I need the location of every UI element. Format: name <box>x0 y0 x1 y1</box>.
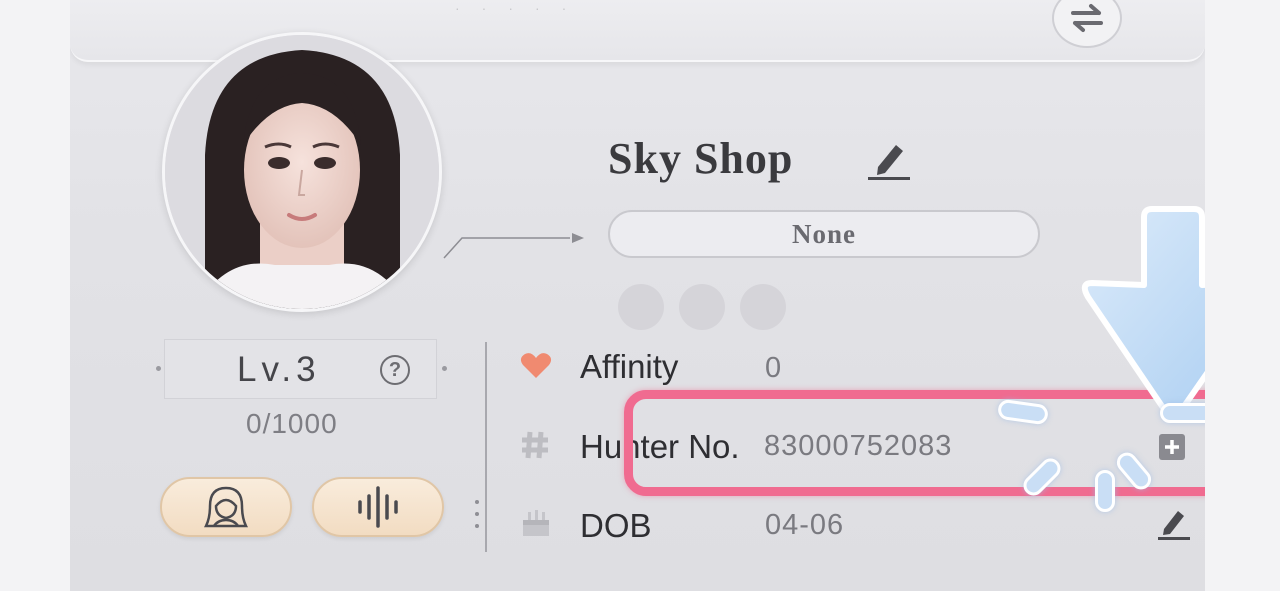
title-connector <box>443 233 584 259</box>
heart-icon <box>520 353 552 378</box>
badge-slot[interactable] <box>618 284 664 330</box>
title-value: None <box>792 218 856 249</box>
right-margin <box>1205 0 1280 591</box>
voice-button[interactable] <box>312 477 444 537</box>
swap-icon <box>1071 4 1103 32</box>
sound-wave-icon <box>358 486 398 528</box>
badge-slot[interactable] <box>740 284 786 330</box>
dob-label: DOB <box>580 507 652 544</box>
left-margin <box>0 0 70 591</box>
help-icon[interactable]: ? <box>380 355 410 385</box>
edit-dob-icon[interactable] <box>1156 505 1192 541</box>
sparkle-mark <box>1095 470 1115 512</box>
appearance-button[interactable] <box>160 477 292 537</box>
switch-button[interactable] <box>1052 0 1122 48</box>
profile-name: Sky Shop <box>608 134 794 183</box>
level-right-dot <box>442 366 447 371</box>
profile-panel: ····· Sky Shop None Lv.3 ? 0/1000 Affini… <box>70 0 1205 591</box>
avatar-portrait <box>165 35 439 309</box>
portrait-icon <box>203 486 249 528</box>
sparkle-mark <box>1160 403 1205 423</box>
divider <box>485 342 487 552</box>
dob-value: 04-06 <box>765 509 845 541</box>
affinity-label: Affinity <box>580 348 679 385</box>
title-selector[interactable]: None <box>608 210 1040 258</box>
affinity-value: 0 <box>765 352 783 384</box>
badge-slot[interactable] <box>679 284 725 330</box>
cake-icon <box>523 510 549 536</box>
hash-icon <box>522 431 548 459</box>
top-bar-decoration: ····· <box>455 0 589 16</box>
level-box: Lv.3 ? <box>164 339 437 399</box>
badge-slots <box>618 284 786 330</box>
pencil-icon <box>868 145 910 180</box>
avatar[interactable] <box>162 32 442 312</box>
level-text: Lv.3 <box>237 350 321 389</box>
exp-progress: 0/1000 <box>246 408 338 439</box>
pointer-arrow-icon <box>1081 206 1205 421</box>
level-left-dot <box>156 366 161 371</box>
copy-icon[interactable] <box>1157 432 1187 462</box>
edit-name-button[interactable] <box>866 137 912 183</box>
more-dots <box>475 500 479 536</box>
